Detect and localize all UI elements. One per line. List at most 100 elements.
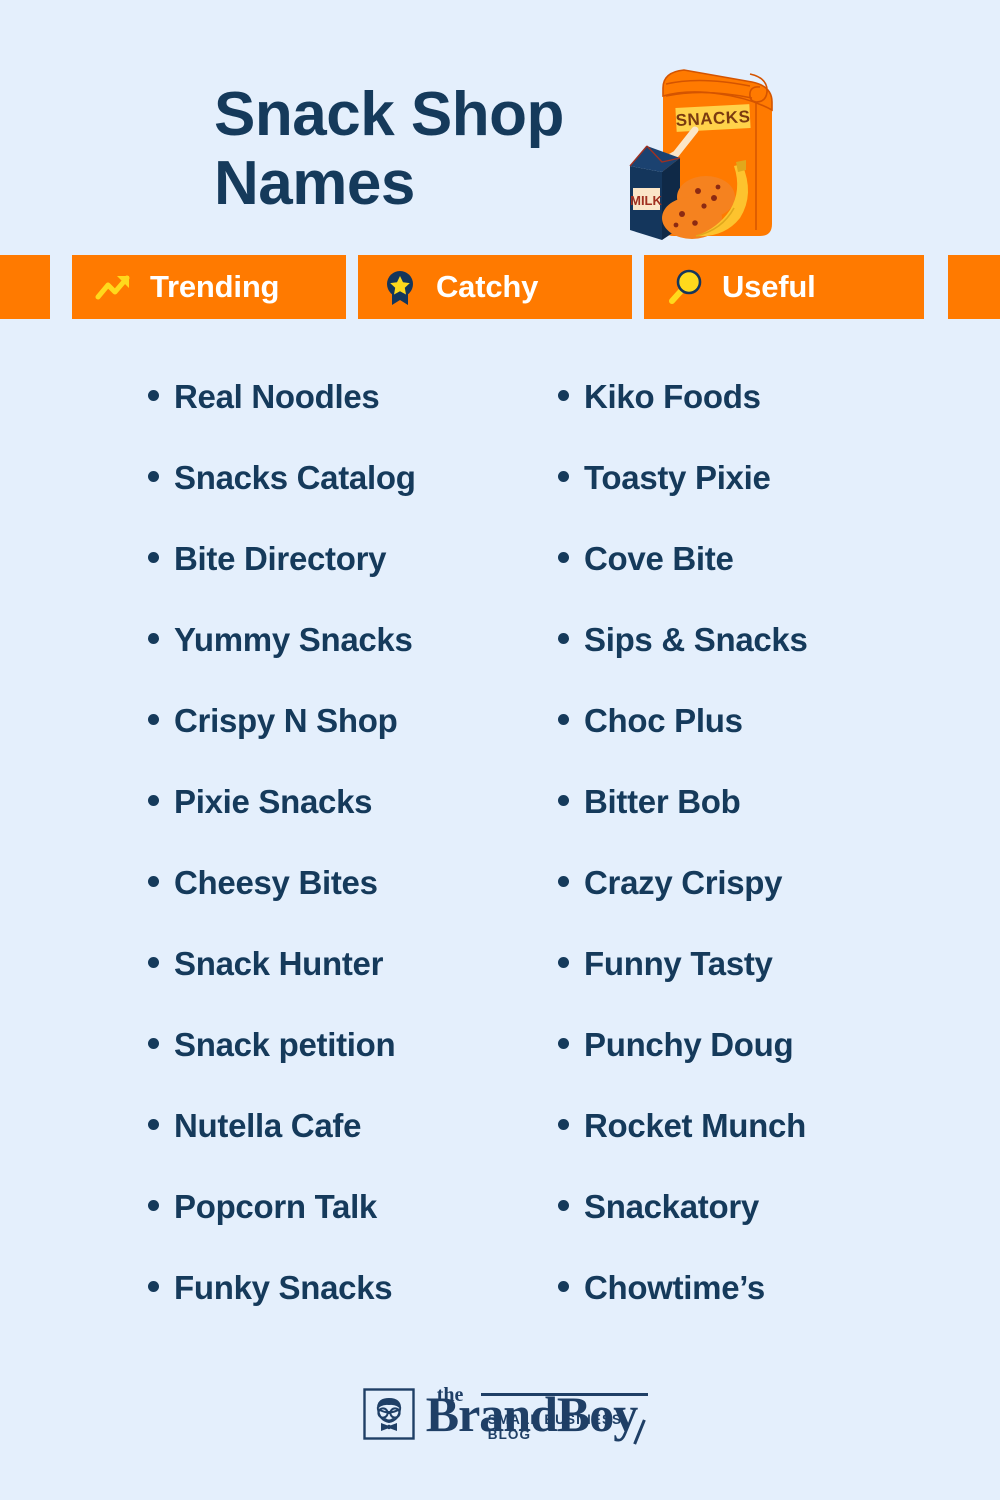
name-label: Rocket Munch — [584, 1107, 806, 1144]
list-item[interactable]: Chowtime’s — [558, 1271, 808, 1352]
name-label: Popcorn Talk — [174, 1188, 377, 1225]
bullet-icon — [148, 876, 159, 887]
list-item[interactable]: Popcorn Talk — [148, 1190, 416, 1271]
name-list-right: Kiko Foods Toasty Pixie Cove Bite Sips &… — [558, 380, 808, 1352]
bullet-icon — [558, 957, 569, 968]
list-item[interactable]: Nutella Cafe — [148, 1109, 416, 1190]
list-item[interactable]: Snackatory — [558, 1190, 808, 1271]
list-item[interactable]: Snack Hunter — [148, 947, 416, 1028]
list-item[interactable]: Choc Plus — [558, 704, 808, 785]
bullet-icon — [148, 471, 159, 482]
bullet-icon — [148, 1119, 159, 1130]
name-label: Crispy N Shop — [174, 702, 398, 739]
page-title-line-2: Names — [214, 149, 415, 219]
brandboy-logo[interactable]: the BrandBoy SMALL BUSINESS BLOG — [363, 1385, 648, 1445]
name-label: Snack Hunter — [174, 945, 384, 982]
name-label: Kiko Foods — [584, 378, 761, 415]
bullet-icon — [558, 1119, 569, 1130]
badge-catchy[interactable]: Catchy — [358, 255, 632, 319]
badge-strip-right-edge — [948, 255, 1000, 319]
bullet-icon — [148, 552, 159, 563]
name-label: Pixie Snacks — [174, 783, 373, 820]
logo-the: the — [436, 1384, 464, 1406]
name-label: Nutella Cafe — [174, 1107, 362, 1144]
bullet-icon — [148, 795, 159, 806]
trending-up-icon — [95, 275, 130, 300]
header: Snack Shop Names SNACKS MILK — [0, 0, 1000, 250]
name-label: Real Noodles — [174, 378, 380, 415]
badge-trending[interactable]: Trending — [72, 255, 346, 319]
badge-label: Trending — [150, 269, 280, 304]
bullet-icon — [148, 957, 159, 968]
page-title: Snack Shop Names — [214, 80, 644, 219]
bullet-icon — [558, 714, 569, 725]
list-item[interactable]: Snack petition — [148, 1028, 416, 1109]
bullet-icon — [558, 471, 569, 482]
name-label: Sips & Snacks — [584, 621, 808, 658]
name-label: Bite Directory — [174, 540, 387, 577]
badge-label: Catchy — [436, 269, 539, 304]
boy-face-icon — [363, 1388, 415, 1440]
list-item[interactable]: Sips & Snacks — [558, 623, 808, 704]
list-item[interactable]: Yummy Snacks — [148, 623, 416, 704]
bullet-icon — [558, 552, 569, 563]
bullet-icon — [148, 1038, 159, 1049]
list-item[interactable]: Cheesy Bites — [148, 866, 416, 947]
logo-rule — [480, 1393, 648, 1396]
logo-tagline: SMALL BUSINESS BLOG — [487, 1412, 623, 1442]
badge-strip-left-edge — [0, 255, 50, 319]
list-item[interactable]: Rocket Munch — [558, 1109, 808, 1190]
badge-useful[interactable]: Useful — [644, 255, 924, 319]
bullet-icon — [558, 1200, 569, 1211]
name-list-left: Real Noodles Snacks Catalog Bite Directo… — [148, 380, 416, 1352]
bullet-icon — [148, 714, 159, 725]
badge-label: Useful — [722, 269, 816, 304]
list-item[interactable]: Real Noodles — [148, 380, 416, 461]
bullet-icon — [148, 633, 159, 644]
magnifier-icon — [669, 269, 702, 304]
name-label: Crazy Crispy — [584, 864, 783, 901]
award-medal-icon — [387, 271, 413, 305]
name-label: Yummy Snacks — [174, 621, 413, 658]
list-item[interactable]: Crispy N Shop — [148, 704, 416, 785]
bullet-icon — [558, 876, 569, 887]
list-item[interactable]: Bite Directory — [148, 542, 416, 623]
name-label: Chowtime’s — [584, 1269, 765, 1306]
logo-wordmark: the BrandBoy SMALL BUSINESS BLOG — [426, 1385, 648, 1445]
name-label: Funny Tasty — [584, 945, 773, 982]
name-lists: Real Noodles Snacks Catalog Bite Directo… — [0, 380, 1000, 1360]
name-label: Punchy Doug — [584, 1026, 794, 1063]
bullet-icon — [148, 390, 159, 401]
list-item[interactable]: Crazy Crispy — [558, 866, 808, 947]
name-label: Snackatory — [584, 1188, 759, 1225]
bullet-icon — [558, 633, 569, 644]
name-label: Bitter Bob — [584, 783, 741, 820]
svg-text:SNACKS: SNACKS — [675, 107, 751, 130]
list-item[interactable]: Pixie Snacks — [148, 785, 416, 866]
list-item[interactable]: Funny Tasty — [558, 947, 808, 1028]
bullet-icon — [558, 1281, 569, 1292]
name-label: Cheesy Bites — [174, 864, 378, 901]
name-label: Choc Plus — [584, 702, 743, 739]
svg-text:MILK: MILK — [630, 193, 662, 208]
bullet-icon — [148, 1281, 159, 1292]
bullet-icon — [558, 795, 569, 806]
bullet-icon — [148, 1200, 159, 1211]
page-title-line-1: Snack Shop — [214, 80, 564, 149]
name-label: Snacks Catalog — [174, 459, 416, 496]
name-label: Snack petition — [174, 1026, 396, 1063]
footer: the BrandBoy SMALL BUSINESS BLOG — [0, 1385, 1000, 1468]
name-label: Toasty Pixie — [584, 459, 771, 496]
list-item[interactable]: Snacks Catalog — [148, 461, 416, 542]
bullet-icon — [558, 1038, 569, 1049]
name-label: Funky Snacks — [174, 1269, 393, 1306]
list-item[interactable]: Bitter Bob — [558, 785, 808, 866]
list-item[interactable]: Toasty Pixie — [558, 461, 808, 542]
list-item[interactable]: Cove Bite — [558, 542, 808, 623]
list-item[interactable]: Kiko Foods — [558, 380, 808, 461]
list-item[interactable]: Funky Snacks — [148, 1271, 416, 1352]
snack-bag-illustration: SNACKS MILK — [629, 69, 773, 240]
list-item[interactable]: Punchy Doug — [558, 1028, 808, 1109]
name-label: Cove Bite — [584, 540, 734, 577]
category-badge-strip: Trending Catchy Useful — [0, 255, 1000, 319]
